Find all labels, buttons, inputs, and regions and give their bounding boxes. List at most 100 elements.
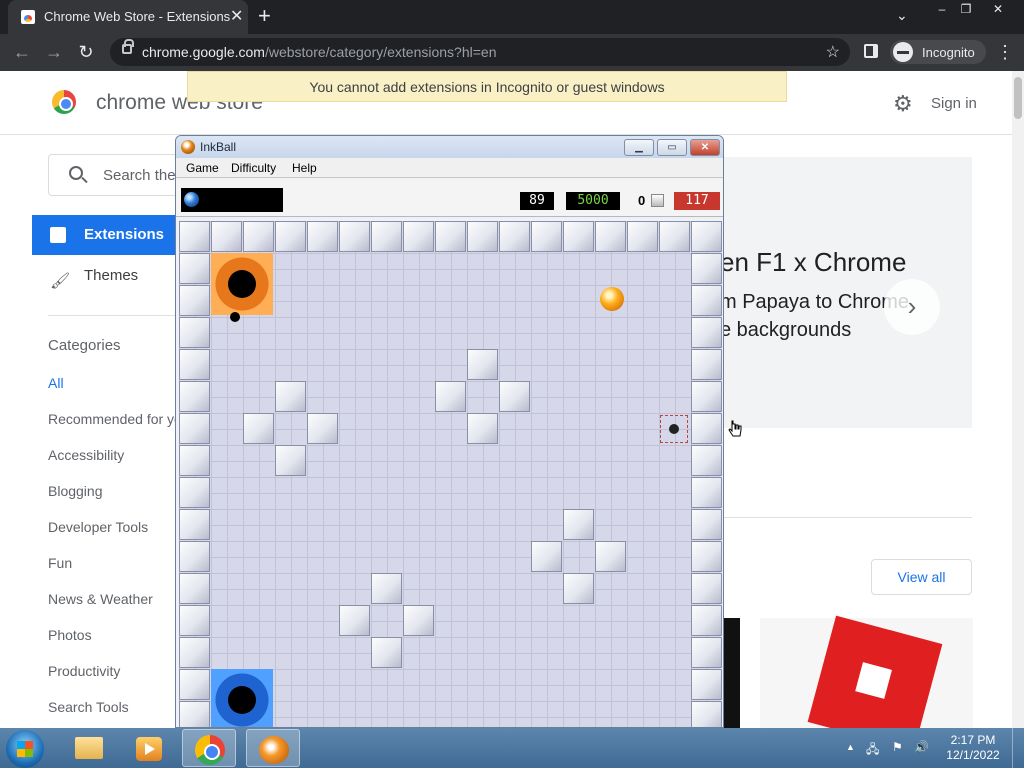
- wall-block: [371, 637, 402, 668]
- chrome-icon: [195, 735, 225, 765]
- category-productivity[interactable]: Productivity: [48, 663, 120, 679]
- wall-block: [275, 221, 306, 252]
- orange-hole: [211, 253, 273, 315]
- wall-block: [563, 221, 594, 252]
- wall-block: [595, 221, 626, 252]
- inkball-close-button[interactable]: ✕: [690, 139, 720, 156]
- wall-block: [179, 381, 210, 412]
- category-recommended[interactable]: Recommended for you: [48, 411, 190, 427]
- inkball-app-icon: [181, 140, 195, 154]
- show-desktop-button[interactable]: [1012, 728, 1024, 768]
- inkball-window[interactable]: InkBall ▁ ▭ ✕ Game Difficulty Help 89 50…: [175, 135, 724, 728]
- lock-icon[interactable]: [122, 39, 134, 54]
- wall-block: [691, 285, 722, 316]
- wall-block: [339, 605, 370, 636]
- wall-block: [691, 541, 722, 572]
- wall-block: [179, 637, 210, 668]
- tab-close-button[interactable]: ✕: [230, 6, 243, 26]
- view-all-button[interactable]: View all: [871, 559, 972, 595]
- menu-difficulty[interactable]: Difficulty: [231, 161, 276, 175]
- sign-in-link[interactable]: Sign in: [931, 95, 977, 112]
- folder-icon: [75, 737, 103, 759]
- incognito-label: Incognito: [922, 45, 975, 60]
- tab-chrome-web-store[interactable]: Chrome Web Store - Extensions ✕: [8, 0, 248, 34]
- menu-help[interactable]: Help: [292, 161, 317, 175]
- tray-expand-icon[interactable]: ▲: [846, 742, 855, 752]
- taskbar-inkball[interactable]: [246, 729, 300, 767]
- banner-next-button[interactable]: ›: [884, 279, 940, 335]
- inkball-status-bar: 89 5000 0 117: [176, 179, 723, 217]
- wall-block: [467, 413, 498, 444]
- tray-flag-icon[interactable]: ⚑: [892, 740, 903, 754]
- blue-hole-center: [228, 686, 256, 714]
- category-all[interactable]: All: [48, 375, 64, 391]
- inkball-minimize-button[interactable]: ▁: [624, 139, 654, 156]
- taskbar-clock[interactable]: 2:17 PM 12/1/2022: [940, 733, 1006, 763]
- wall-block: [563, 573, 594, 604]
- content-divider: [724, 517, 972, 518]
- tab-search-button[interactable]: ⌄: [896, 7, 908, 24]
- address-bar[interactable]: chrome.google.com/webstore/category/exte…: [110, 38, 850, 66]
- wall-block: [403, 605, 434, 636]
- nav-extensions[interactable]: Extensions: [32, 215, 182, 255]
- url-path: /webstore/category/extensions?hl=en: [264, 44, 497, 60]
- chrome-web-store-logo-icon[interactable]: [52, 90, 76, 114]
- hand-cursor-icon: [728, 420, 742, 437]
- taskbar-explorer[interactable]: [62, 729, 116, 767]
- menu-game[interactable]: Game: [186, 161, 219, 175]
- start-button[interactable]: [6, 730, 44, 768]
- tray-volume-icon[interactable]: 🔊: [914, 740, 929, 754]
- inkball-icon: [259, 736, 289, 764]
- reload-button[interactable]: ↻: [74, 42, 98, 63]
- bookmark-star-icon[interactable]: ☆: [826, 42, 840, 62]
- wall-block: [179, 285, 210, 316]
- taskbar-chrome[interactable]: [182, 729, 236, 767]
- tray-network-icon[interactable]: 🖧: [866, 740, 879, 761]
- category-fun[interactable]: Fun: [48, 555, 72, 571]
- url-text[interactable]: chrome.google.com/webstore/category/exte…: [142, 44, 497, 60]
- wall-block: [499, 221, 530, 252]
- inkball-board[interactable]: [179, 221, 722, 727]
- wall-block: [499, 381, 530, 412]
- forward-button[interactable]: →: [42, 42, 66, 63]
- banner-title: en F1 x Chrome: [720, 247, 907, 277]
- incognito-badge[interactable]: Incognito: [890, 40, 986, 64]
- wall-block: [691, 253, 722, 284]
- page-scrollbar[interactable]: [1012, 71, 1024, 728]
- wall-block: [179, 317, 210, 348]
- window-close-button[interactable]: ✕: [984, 0, 1012, 18]
- wall-block: [691, 573, 722, 604]
- wall-block: [179, 509, 210, 540]
- score-counter: 5000: [566, 192, 620, 210]
- category-photos[interactable]: Photos: [48, 627, 92, 643]
- wall-block: [691, 701, 722, 727]
- category-search-tools[interactable]: Search Tools: [48, 699, 129, 715]
- inkball-maximize-button[interactable]: ▭: [657, 139, 687, 156]
- high-counter: 117: [674, 192, 720, 210]
- clock-date: 12/1/2022: [946, 748, 1000, 762]
- category-accessibility[interactable]: Accessibility: [48, 447, 124, 463]
- wall-block: [435, 381, 466, 412]
- wall-block: [211, 221, 242, 252]
- category-blogging[interactable]: Blogging: [48, 483, 103, 499]
- wall-block: [403, 221, 434, 252]
- scrollbar-thumb[interactable]: [1014, 77, 1022, 119]
- orange-hole-center: [228, 270, 256, 298]
- taskbar-media-player[interactable]: [122, 729, 176, 767]
- extension-card[interactable]: [724, 618, 740, 728]
- back-button[interactable]: ←: [10, 42, 34, 63]
- category-news-weather[interactable]: News & Weather: [48, 591, 153, 607]
- settings-gear-icon[interactable]: ⚙: [893, 91, 913, 117]
- wall-block: [531, 221, 562, 252]
- wall-block: [307, 221, 338, 252]
- wall-block: [339, 221, 370, 252]
- new-tab-button[interactable]: +: [258, 3, 271, 29]
- window-restore-button[interactable]: ❐: [952, 0, 980, 18]
- clock-time: 2:17 PM: [950, 733, 996, 747]
- wall-block: [243, 221, 274, 252]
- browser-menu-button[interactable]: ⋮: [996, 42, 1014, 63]
- side-panel-icon[interactable]: [864, 44, 878, 58]
- extension-card-roblox[interactable]: [760, 615, 973, 728]
- nav-themes[interactable]: 🖌 Themes: [32, 259, 182, 299]
- category-developer-tools[interactable]: Developer Tools: [48, 519, 148, 535]
